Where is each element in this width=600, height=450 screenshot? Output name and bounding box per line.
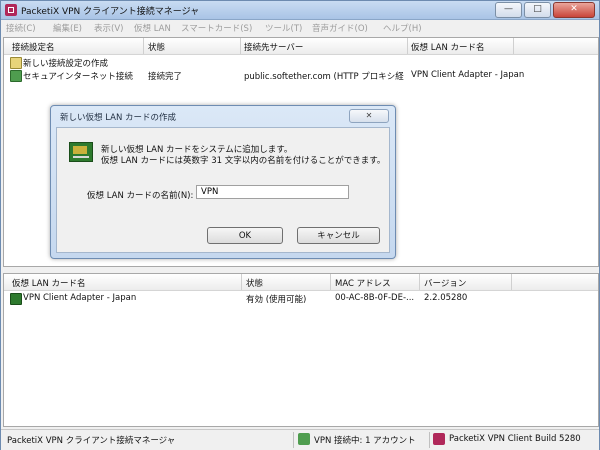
connection-adapter: VPN Client Adapter - Japan <box>411 70 525 80</box>
column-divider[interactable] <box>241 274 242 290</box>
connection-status: 接続完了 <box>148 72 183 82</box>
col-adapter-name[interactable]: 仮想 LAN カード名 <box>12 277 86 289</box>
col-mac[interactable]: MAC アドレス <box>335 277 391 289</box>
column-divider[interactable] <box>143 38 144 54</box>
menu-help[interactable]: ヘルプ(H) <box>383 22 422 34</box>
ok-button[interactable]: OK <box>207 227 283 244</box>
network-adapter-icon <box>10 293 22 305</box>
dialog-close-button[interactable]: ✕ <box>349 109 389 123</box>
col-status[interactable]: 状態 <box>148 41 165 53</box>
status-divider <box>429 432 430 448</box>
app-logo-icon <box>5 4 17 16</box>
adapter-version: 2.2.05280 <box>424 293 468 303</box>
minimize-button[interactable]: — <box>495 2 522 18</box>
adapter-name-label: 仮想 LAN カードの名前(N): <box>87 191 194 201</box>
adapter-list[interactable]: 仮想 LAN カード名 状態 MAC アドレス バージョン VPN Client… <box>3 273 599 427</box>
menu-smartcard[interactable]: スマートカード(S) <box>181 22 252 34</box>
adapter-name[interactable]: VPN Client Adapter - Japan <box>23 293 136 303</box>
column-divider[interactable] <box>330 274 331 290</box>
status-app-name: PacketiX VPN クライアント接続マネージャ <box>7 436 176 446</box>
status-divider <box>293 432 294 448</box>
menu-connect[interactable]: 接続(C) <box>6 22 36 34</box>
new-adapter-dialog: 新しい仮想 LAN カードの作成 ✕ 新しい仮想 LAN カードをシステムに追加… <box>50 105 396 259</box>
connection-name[interactable]: セキュアインターネット接続 <box>23 70 133 82</box>
col-version[interactable]: バージョン <box>424 277 466 289</box>
column-divider[interactable] <box>240 38 241 54</box>
adapter-status: 有効 (使用可能) <box>246 295 307 305</box>
packetix-icon <box>433 433 445 445</box>
column-divider[interactable] <box>407 38 408 54</box>
connected-icon <box>10 70 22 82</box>
menu-view[interactable]: 表示(V) <box>94 22 123 34</box>
window-controls: — □ ✕ <box>495 2 595 18</box>
status-connections: VPN 接続中: 1 アカウント <box>314 436 416 446</box>
adapter-mac: 00-AC-8B-0F-DE-... <box>335 293 415 303</box>
network-card-icon <box>69 142 93 162</box>
title-bar[interactable]: PacketiX VPN クライアント接続マネージャ — □ ✕ <box>1 1 599 20</box>
menu-virtual-lan[interactable]: 仮想 LAN <box>134 22 171 34</box>
col-adapter[interactable]: 仮想 LAN カード名 <box>411 41 485 53</box>
status-build: PacketiX VPN Client Build 5280 <box>449 434 581 444</box>
menu-voice-guide[interactable]: 音声ガイド(O) <box>312 22 368 34</box>
status-bar: PacketiX VPN クライアント接続マネージャ VPN 接続中: 1 アカ… <box>1 429 599 450</box>
maximize-button[interactable]: □ <box>524 2 551 18</box>
vpn-connected-icon <box>298 433 310 445</box>
connection-list-header: 接続設定名 状態 接続先サーバー 仮想 LAN カード名 <box>4 38 598 55</box>
new-connection-item[interactable]: 新しい接続設定の作成 <box>23 57 108 69</box>
column-divider[interactable] <box>513 38 514 54</box>
cancel-button[interactable]: キャンセル <box>297 227 380 244</box>
window-title: PacketiX VPN クライアント接続マネージャ <box>21 7 200 17</box>
close-button[interactable]: ✕ <box>553 2 595 18</box>
col-adapter-status[interactable]: 状態 <box>246 277 263 289</box>
dialog-message-line2: 仮想 LAN カードには英数字 31 文字以内の名前を付けることができます。 <box>101 156 386 166</box>
adapter-list-header: 仮想 LAN カード名 状態 MAC アドレス バージョン <box>4 274 598 291</box>
adapter-name-input[interactable] <box>196 185 349 199</box>
menu-tools[interactable]: ツール(T) <box>265 22 302 34</box>
column-divider[interactable] <box>419 274 420 290</box>
new-connection-icon <box>10 57 22 69</box>
column-divider[interactable] <box>511 274 512 290</box>
menu-edit[interactable]: 編集(E) <box>53 22 82 34</box>
col-server[interactable]: 接続先サーバー <box>244 41 303 53</box>
col-connection-name[interactable]: 接続設定名 <box>12 41 55 53</box>
dialog-title: 新しい仮想 LAN カードの作成 <box>60 113 177 123</box>
menu-bar: 接続(C) 編集(E) 表示(V) 仮想 LAN スマートカード(S) ツール(… <box>1 20 599 35</box>
connection-server: public.softether.com (HTTP プロキシ経... <box>244 72 404 82</box>
dialog-body: 新しい仮想 LAN カードをシステムに追加します。 仮想 LAN カードには英数… <box>56 127 390 253</box>
